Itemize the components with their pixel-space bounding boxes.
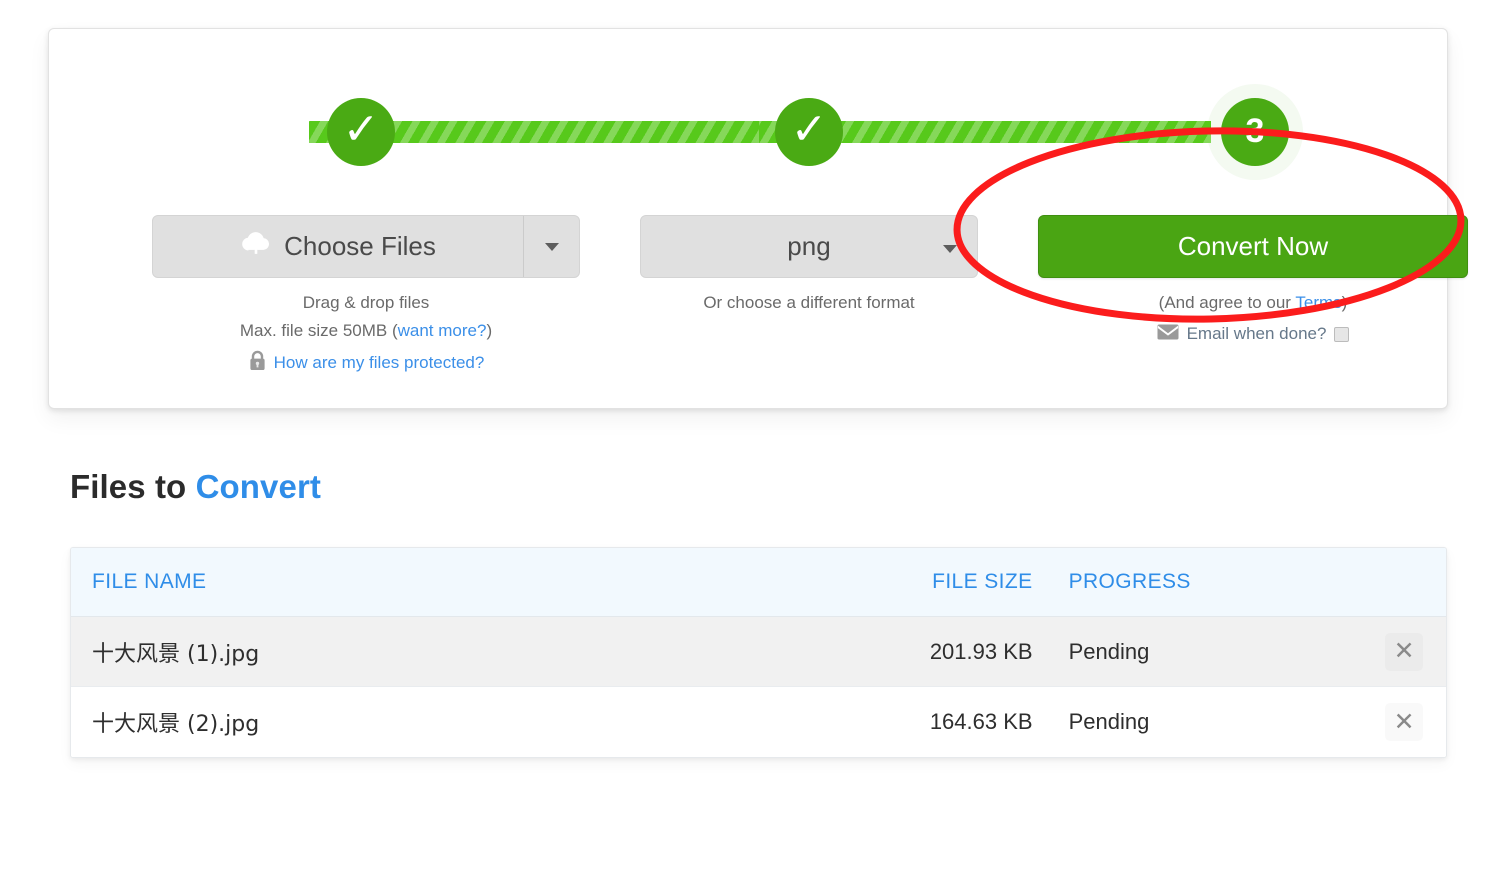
stepper-step-3: 3 [1221, 98, 1289, 166]
file-size-cell: 164.63 KB [929, 709, 1033, 734]
file-name-cell: 十大风景 (1).jpg [92, 641, 260, 667]
format-column: png Or choose a different format [640, 215, 978, 317]
lock-icon [248, 350, 267, 376]
file-name-cell: 十大风景 (2).jpg [92, 712, 260, 737]
files-table: FILE NAME FILE SIZE PROGRESS 十大风景 (1).jp… [70, 547, 1447, 758]
format-hint: Or choose a different format [703, 293, 915, 312]
page-title-accent: Convert [195, 468, 321, 505]
email-when-done-checkbox[interactable] [1334, 326, 1350, 342]
close-icon[interactable]: ✕ [1385, 633, 1423, 671]
terms-link[interactable]: Terms [1295, 293, 1341, 312]
file-actions-cell: ✕ [1362, 633, 1446, 671]
chevron-down-icon [544, 242, 559, 251]
column-header-progress: PROGRESS [1068, 570, 1191, 593]
file-actions-cell: ✕ [1362, 703, 1446, 741]
page-title-plain: Files to [70, 468, 196, 505]
upload-hint-size-suffix: ) [486, 320, 493, 340]
terms-suffix: ) [1341, 293, 1348, 312]
table-row: 十大风景 (1).jpg 201.93 KB Pending ✕ [71, 617, 1446, 687]
file-progress-cell: Pending [1068, 709, 1150, 734]
table-row: 十大风景 (2).jpg 164.63 KB Pending ✕ [71, 687, 1446, 757]
files-table-header: FILE NAME FILE SIZE PROGRESS [71, 548, 1446, 617]
progress-stepper: ✓ ✓ 3 [49, 81, 1449, 180]
convert-now-button[interactable]: Convert Now [1038, 215, 1468, 278]
converter-card: ✓ ✓ 3 Choose Files Drag & drop files Max… [48, 28, 1468, 409]
terms-prefix: (And agree to our [1158, 293, 1296, 312]
cloud-upload-icon [240, 230, 272, 263]
upload-column: Choose Files Drag & drop files Max. file… [152, 215, 580, 376]
format-select[interactable]: png [640, 215, 978, 278]
file-size-cell: 201.93 KB [929, 638, 1033, 664]
upload-hint-size-prefix: Max. file size 50MB ( [239, 320, 398, 340]
choose-files-button[interactable]: Choose Files [152, 215, 580, 278]
email-when-done-row[interactable]: Email when done? [1038, 324, 1468, 345]
choose-files-label: Choose Files [284, 231, 436, 261]
upload-hint-line1: Drag & drop files [302, 293, 430, 312]
convert-column: Convert Now (And agree to our Terms) Ema… [1038, 215, 1468, 345]
upload-hint-line2: Max. file size 50MB (want more?) [152, 317, 580, 345]
check-icon: ✓ [790, 105, 828, 154]
chevron-down-icon [943, 245, 957, 253]
stepper-step-1: ✓ [327, 98, 395, 166]
column-header-file-size: FILE SIZE [932, 570, 1033, 593]
how-protected-link[interactable]: How are my files protected? [274, 353, 485, 373]
format-selected-value: png [787, 231, 831, 261]
choose-files-main[interactable]: Choose Files [153, 230, 523, 263]
check-icon: ✓ [342, 105, 380, 154]
upload-hint: Drag & drop files Max. file size 50MB (w… [152, 289, 580, 344]
email-when-done-label: Email when done? [1186, 324, 1327, 344]
terms-line: (And agree to our Terms) [1038, 289, 1468, 317]
close-icon[interactable]: ✕ [1385, 703, 1423, 741]
files-protected-row: How are my files protected? [152, 350, 580, 376]
page-root: ✓ ✓ 3 Choose Files Drag & drop files Max… [0, 0, 1505, 876]
envelope-icon [1157, 324, 1179, 345]
stepper-step-3-number: 3 [1245, 112, 1265, 150]
stepper-step-2: ✓ [775, 98, 843, 166]
file-progress-cell: Pending [1068, 638, 1150, 664]
page-title: Files to Convert [70, 468, 321, 506]
convert-now-label: Convert Now [1177, 231, 1329, 261]
want-more-link[interactable]: want more? [398, 321, 487, 340]
column-header-file-name: FILE NAME [92, 570, 207, 593]
choose-files-dropdown-toggle[interactable] [523, 216, 579, 277]
